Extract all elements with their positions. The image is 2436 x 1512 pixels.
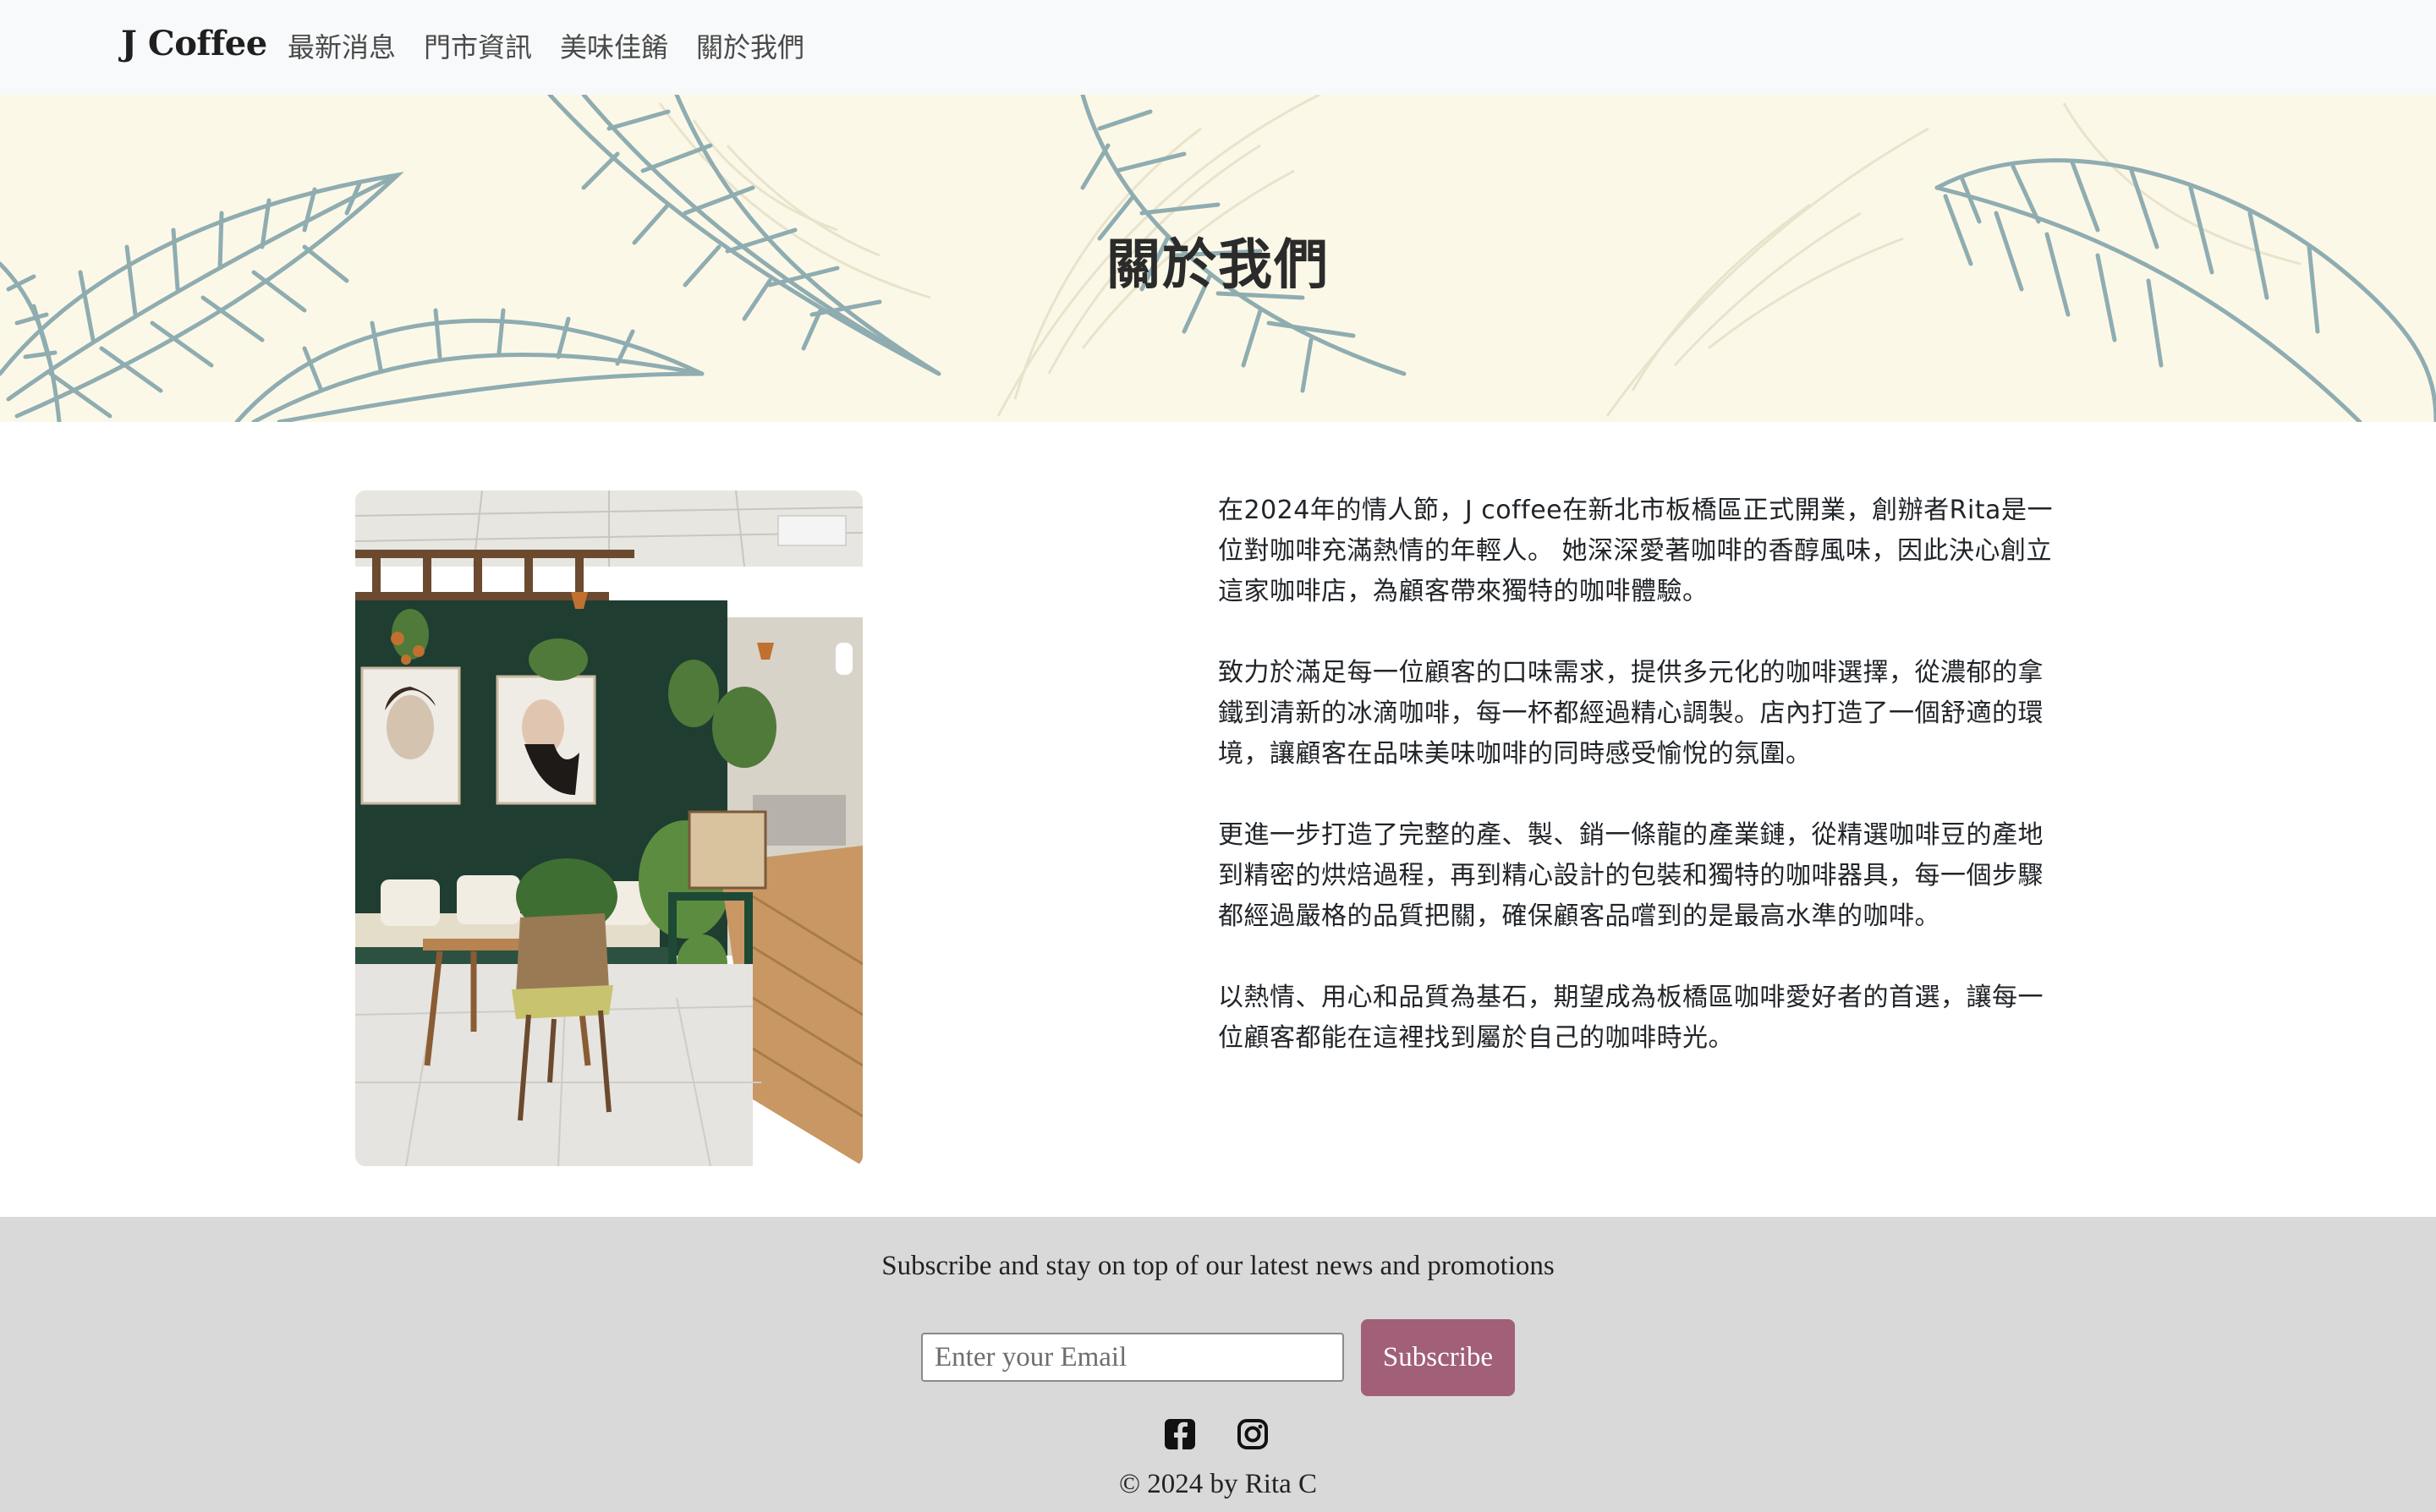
- footer: Subscribe and stay on top of our latest …: [0, 1217, 2436, 1512]
- nav-link-menu[interactable]: 美味佳餚: [560, 29, 668, 66]
- instagram-icon[interactable]: [1237, 1417, 1269, 1451]
- page-banner: 關於我們: [0, 95, 2436, 422]
- about-paragraph: 以熱情、用心和品質為基石，期望成為板橋區咖啡愛好者的首選，讓每一位顧客都能在這裡…: [1218, 983, 2044, 1053]
- subscribe-button[interactable]: Subscribe: [1361, 1319, 1515, 1396]
- nav-link-news[interactable]: 最新消息: [288, 29, 396, 66]
- about-paragraph: 致力於滿足每一位顧客的口味需求，提供多元化的咖啡選擇，從濃郁的拿鐵到清新的冰滴咖…: [1218, 658, 2044, 769]
- page-title: 關於我們: [1106, 234, 1330, 297]
- cafe-interior-photo: [355, 490, 863, 1166]
- about-description: 在2024年的情人節，J coffee在新北市板橋區正式開業，創辦者Rita是一…: [1218, 490, 2064, 1099]
- navbar: J Coffee 最新消息 門市資訊 美味佳餚 關於我們: [0, 0, 2436, 95]
- nav-links: 最新消息 門市資訊 美味佳餚 關於我們: [288, 29, 804, 66]
- subscribe-heading: Subscribe and stay on top of our latest …: [881, 1251, 1555, 1281]
- brand-logo[interactable]: J Coffee: [121, 24, 267, 63]
- nav-link-about[interactable]: 關於我們: [696, 29, 804, 66]
- facebook-icon[interactable]: [1164, 1417, 1196, 1451]
- cafe-interior-illustration: [355, 490, 863, 1166]
- email-input[interactable]: [921, 1333, 1344, 1382]
- social-links: [1164, 1417, 1269, 1451]
- nav-link-stores[interactable]: 門市資訊: [424, 29, 532, 66]
- about-paragraph: 更進一步打造了完整的產、製、銷一條龍的產業鏈，從精選咖啡豆的產地到精密的烘焙過程…: [1218, 820, 2044, 931]
- copyright-text: © 2024 by Rita C: [1118, 1469, 1318, 1499]
- about-paragraph: 在2024年的情人節，J coffee在新北市板橋區正式開業，創辦者Rita是一…: [1218, 496, 2053, 606]
